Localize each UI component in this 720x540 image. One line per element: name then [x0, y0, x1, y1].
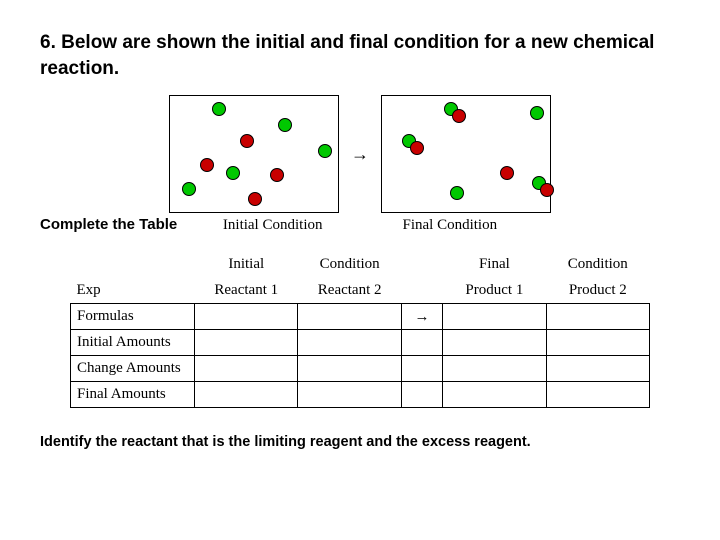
- atom-red: [240, 134, 254, 148]
- row-label: Final Amounts: [71, 381, 195, 407]
- question-title: 6. Below are shown the initial and final…: [40, 30, 680, 81]
- table-cell: [71, 251, 195, 277]
- table-cell: [443, 355, 546, 381]
- atom-red: [452, 109, 466, 123]
- table-cell: [401, 381, 442, 407]
- table-cell: [401, 355, 442, 381]
- final-label: Final Condition: [403, 217, 498, 234]
- row-label: Formulas: [71, 303, 195, 329]
- atom-red: [500, 166, 514, 180]
- atom-red: [270, 168, 284, 182]
- reaction-diagrams: →: [40, 95, 680, 213]
- table-cell: Exp: [71, 277, 195, 303]
- table-header-row-1: Initial Condition Final Condition: [71, 251, 650, 277]
- table-cell: [546, 355, 649, 381]
- table-cell: [546, 329, 649, 355]
- table-cell: [443, 303, 546, 329]
- table-cell: Condition: [298, 251, 401, 277]
- complete-table-instruction: Complete the Table: [40, 216, 680, 233]
- atom-green: [182, 182, 196, 196]
- table-row: Formulas →: [71, 303, 650, 329]
- table-cell: [195, 381, 298, 407]
- table-cell: [195, 329, 298, 355]
- table-cell: [298, 355, 401, 381]
- row-label: Initial Amounts: [71, 329, 195, 355]
- table-cell: Product 1: [443, 277, 546, 303]
- initial-label: Initial Condition: [223, 217, 323, 234]
- atom-red: [540, 183, 554, 197]
- table-cell: Product 2: [546, 277, 649, 303]
- atom-red: [410, 141, 424, 155]
- atom-green: [318, 144, 332, 158]
- table-cell: Reactant 2: [298, 277, 401, 303]
- table-cell: Initial: [195, 251, 298, 277]
- table-cell: Condition: [546, 251, 649, 277]
- table-cell: [401, 329, 442, 355]
- final-box: [381, 95, 551, 213]
- table-cell: Reactant 1: [195, 277, 298, 303]
- reaction-table: Initial Condition Final Condition Exp Re…: [70, 251, 650, 408]
- atom-green: [530, 106, 544, 120]
- table-cell: [195, 355, 298, 381]
- table-cell: [546, 303, 649, 329]
- atom-green: [226, 166, 240, 180]
- table-cell: [298, 303, 401, 329]
- table-cell: [443, 329, 546, 355]
- identify-instruction: Identify the reactant that is the limiti…: [40, 434, 680, 450]
- row-label: Change Amounts: [71, 355, 195, 381]
- table-cell: [401, 277, 442, 303]
- reaction-arrow: →: [351, 144, 369, 165]
- table-row: Final Amounts: [71, 381, 650, 407]
- table-cell: [195, 303, 298, 329]
- initial-box: [169, 95, 339, 213]
- atom-red: [200, 158, 214, 172]
- atom-green: [278, 118, 292, 132]
- table-cell-arrow: →: [401, 303, 442, 329]
- table-cell: [546, 381, 649, 407]
- table-cell: [298, 329, 401, 355]
- table-cell: [401, 251, 442, 277]
- table-header-row-2: Exp Reactant 1 Reactant 2 Product 1 Prod…: [71, 277, 650, 303]
- table-row: Change Amounts: [71, 355, 650, 381]
- table-cell: [298, 381, 401, 407]
- atom-red: [248, 192, 262, 206]
- atom-green: [212, 102, 226, 116]
- atom-green: [450, 186, 464, 200]
- table-cell: Final: [443, 251, 546, 277]
- table-cell: [443, 381, 546, 407]
- table-row: Initial Amounts: [71, 329, 650, 355]
